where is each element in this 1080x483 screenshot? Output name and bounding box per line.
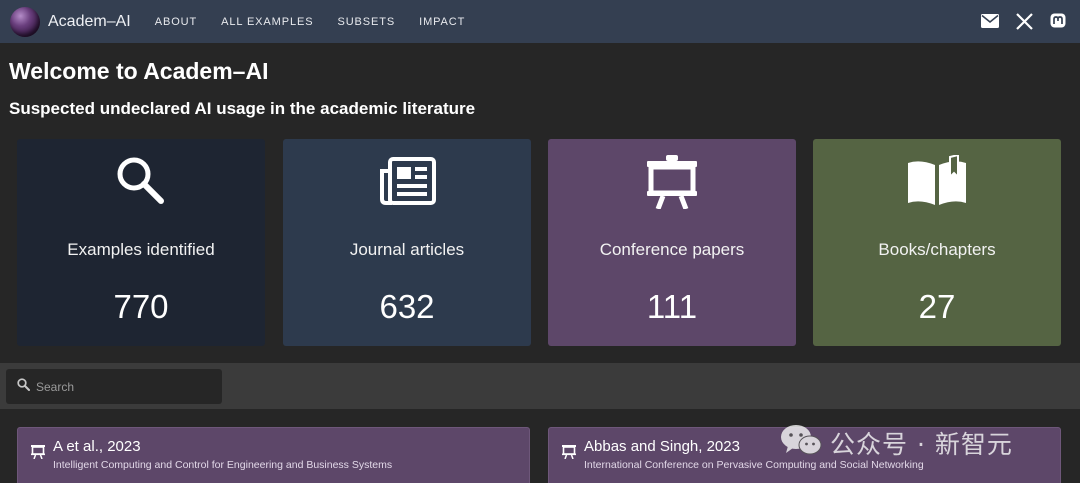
stat-value: 27	[918, 288, 956, 325]
nav-link-all-examples[interactable]: ALL EXAMPLES	[221, 16, 313, 28]
stat-label: Examples identified	[67, 240, 215, 259]
wechat-icon	[780, 423, 822, 462]
presentation-icon	[562, 444, 576, 464]
watermark: 公众号 · 新智元	[780, 423, 1013, 462]
logo	[10, 6, 40, 37]
brand-name: Academ–AI	[48, 12, 131, 30]
book-icon	[813, 155, 1061, 209]
stat-card-examples[interactable]: Examples identified 770	[17, 139, 265, 346]
stat-value: 111	[646, 288, 698, 325]
result-title[interactable]: A et al., 2023	[53, 438, 141, 455]
search-input[interactable]	[36, 379, 206, 394]
stat-card-journal[interactable]: Journal articles 632	[283, 139, 531, 346]
watermark-text: 公众号 · 新智元	[830, 429, 1013, 459]
stat-card-conference[interactable]: Conference papers 111	[548, 139, 796, 346]
brand[interactable]: Academ–AI	[10, 6, 131, 37]
result-card[interactable]: A et al., 2023 Intelligent Computing and…	[17, 427, 530, 483]
x-icon[interactable]	[1014, 11, 1034, 31]
search-icon	[17, 155, 265, 209]
social-icons	[966, 11, 1068, 31]
page-title: Welcome to Academ–AI	[9, 58, 269, 84]
stat-value: 770	[113, 288, 169, 325]
result-title[interactable]: Abbas and Singh, 2023	[584, 438, 740, 455]
stat-label: Conference papers	[599, 240, 745, 259]
result-venue: Intelligent Computing and Control for En…	[53, 459, 393, 471]
search-bar	[0, 363, 1080, 409]
presentation-icon	[548, 155, 796, 209]
presentation-icon	[31, 444, 45, 464]
nav-link-impact[interactable]: IMPACT	[419, 16, 465, 28]
mastodon-icon[interactable]	[1048, 11, 1068, 31]
search-icon	[17, 377, 30, 396]
navbar: Academ–AI ABOUT ALL EXAMPLES SUBSETS IMP…	[0, 0, 1080, 43]
stat-label: Journal articles	[349, 240, 465, 259]
stat-value: 632	[379, 288, 435, 325]
search-box[interactable]	[6, 369, 222, 404]
nav-link-about[interactable]: ABOUT	[155, 16, 197, 28]
newspaper-icon	[283, 155, 531, 209]
email-icon[interactable]	[980, 11, 1000, 31]
nav-links: ABOUT ALL EXAMPLES SUBSETS IMPACT	[155, 16, 490, 28]
nav-link-subsets[interactable]: SUBSETS	[337, 16, 395, 28]
page-subtitle: Suspected undeclared AI usage in the aca…	[9, 99, 476, 118]
stat-label: Books/chapters	[878, 240, 996, 259]
stat-card-books[interactable]: Books/chapters 27	[813, 139, 1061, 346]
